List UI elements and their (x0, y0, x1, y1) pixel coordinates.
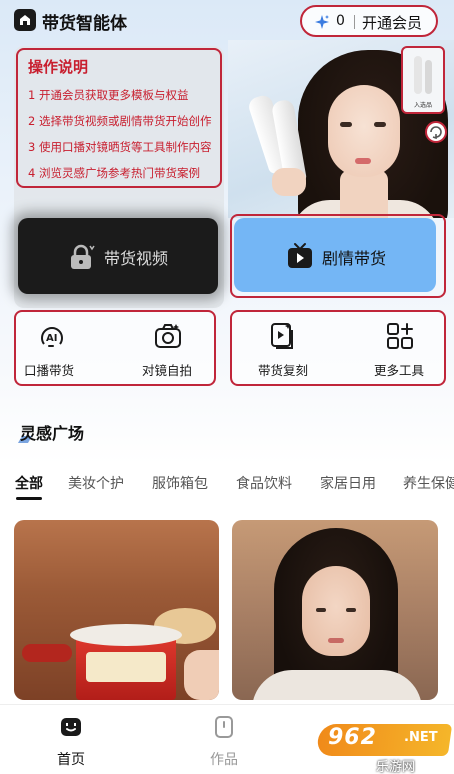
vip-label: 开通会员 (362, 14, 423, 32)
tv-play-icon (288, 243, 312, 268)
woman-mouth (328, 638, 344, 643)
section-title: 灵感广场 (20, 424, 85, 443)
tool-label: 更多工具 (374, 363, 425, 378)
instruction-line: 3 使用口播对镜晒货等工具制作内容 (28, 140, 212, 154)
drama-selling-button[interactable]: 剧情带货 (234, 218, 436, 292)
inspiration-card-woman[interactable] (232, 520, 438, 700)
tools-group-left: AI 口播带货 对镜自拍 (14, 310, 216, 386)
tool-label: 对镜自拍 (142, 363, 193, 378)
hero-hand (272, 168, 306, 196)
nav-home[interactable]: 首页 (31, 705, 111, 774)
camera-icon (155, 324, 181, 348)
instruction-line: 1 开通会员获取更多模板与权益 (28, 88, 189, 102)
food-chili (22, 644, 72, 662)
nav-home-label: 首页 (57, 752, 85, 768)
thumb-bottle (425, 60, 432, 94)
sparkle-icon (315, 15, 329, 29)
vip-button[interactable]: 0 开通会员 (300, 5, 438, 37)
category-tab-food[interactable]: 食品饮料 (236, 473, 292, 493)
lock-icon (71, 244, 95, 269)
instruction-line: 4 浏览灵感广场参考热门带货案例 (28, 166, 200, 180)
video-copy-icon (271, 323, 293, 349)
hero-eye (374, 122, 386, 127)
refresh-icon[interactable] (424, 120, 448, 144)
inspiration-card-food[interactable] (14, 520, 219, 700)
food-label (86, 652, 166, 682)
tool-mirror-selfie[interactable]: 对镜自拍 (116, 312, 216, 384)
ai-voice-icon: AI (41, 327, 63, 347)
thumb-bottle (414, 56, 422, 94)
tool-more[interactable]: 更多工具 (338, 312, 444, 384)
more-tools-icon (387, 323, 413, 349)
tool-label: 带货复刻 (258, 363, 309, 378)
watermark-net: .NET (404, 730, 438, 745)
video-selling-button[interactable]: 带货视频 (18, 218, 218, 294)
category-tab-health[interactable]: 养生保健 (403, 473, 454, 493)
works-icon (215, 716, 233, 738)
active-tab-indicator (16, 497, 42, 500)
tool-label: 口播带货 (24, 363, 75, 378)
nav-works-label: 作品 (210, 752, 238, 768)
svg-text:AI: AI (46, 333, 57, 344)
watermark-logo: 962 .NET 乐游网 (315, 724, 453, 774)
home-icon (61, 718, 81, 736)
category-tab-home[interactable]: 家居日用 (320, 473, 376, 493)
nav-works[interactable]: 作品 (184, 705, 264, 774)
woman-eye (346, 608, 356, 612)
tools-group-right: 带货复刻 更多工具 (230, 310, 446, 386)
category-tab-apparel[interactable]: 服饰箱包 (152, 473, 208, 493)
hero-lips (355, 158, 371, 164)
hero-neck (340, 170, 388, 218)
tool-copy-video[interactable]: 带货复刻 (232, 312, 338, 384)
woman-shoulder (252, 670, 422, 700)
drama-selling-label: 剧情带货 (322, 249, 387, 268)
watermark-main: 962 (328, 725, 377, 750)
hero-eye (340, 122, 352, 127)
product-thumb-label: 入选品 (413, 102, 432, 109)
vip-divider (354, 15, 355, 29)
category-tab-all[interactable]: 全部 (15, 473, 43, 493)
coin-count: 0 (336, 13, 345, 29)
watermark-sub: 乐游网 (376, 760, 416, 774)
app-logo-icon (14, 9, 36, 31)
category-tab-beauty[interactable]: 美妆个护 (68, 473, 124, 493)
app-title: 带货智能体 (42, 14, 127, 34)
video-selling-label: 带货视频 (104, 249, 169, 268)
food-bowl-lid (70, 624, 182, 646)
tool-voice-selling[interactable]: AI 口播带货 (16, 312, 116, 384)
instruction-line: 2 选择带货视频或剧情带货开始创作 (28, 114, 212, 128)
selected-product-thumb[interactable]: 入选品 (401, 46, 445, 114)
woman-eye (316, 608, 326, 612)
food-hand (184, 650, 219, 700)
instructions-title: 操作说明 (28, 58, 89, 76)
app-header: 带货智能体 0 开通会员 (0, 0, 454, 42)
